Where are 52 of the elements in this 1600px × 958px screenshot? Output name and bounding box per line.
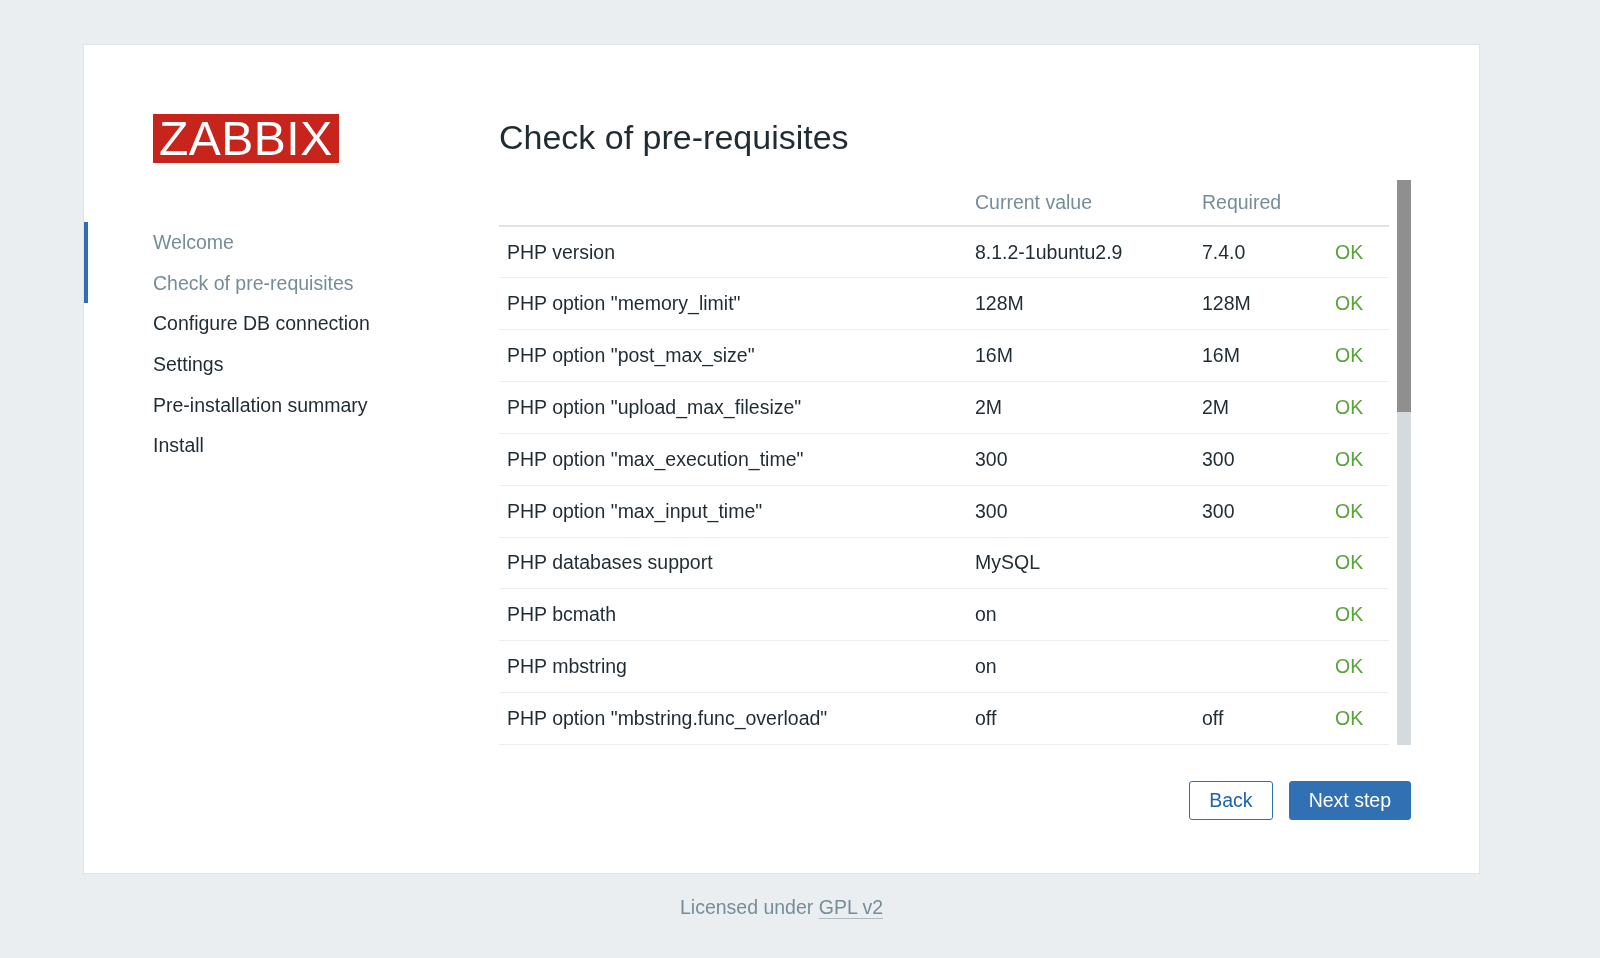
table-cell: PHP option "mbstring.func_overload" xyxy=(507,706,828,729)
sidebar-step: Settings xyxy=(84,344,497,385)
table-cell: PHP option "max_execution_time" xyxy=(507,447,804,470)
sidebar-step: Welcome xyxy=(84,222,497,263)
back-button[interactable]: Back xyxy=(1189,781,1273,820)
table-cell: 2M xyxy=(1202,395,1230,418)
table-cell: PHP option "post_max_size" xyxy=(507,344,755,366)
status-text: OK xyxy=(1335,240,1364,263)
table-cell: 300 xyxy=(975,499,1008,522)
table-cell: PHP bcmath xyxy=(507,603,617,626)
scrollbar[interactable] xyxy=(1397,180,1411,745)
table-cell: MySQL xyxy=(975,551,1040,574)
sidebar-step: Check of pre-requisites xyxy=(84,262,497,304)
column-header: Required xyxy=(1194,180,1327,226)
sidebar-step: Pre-installation summary xyxy=(84,384,497,426)
table-cell: PHP version xyxy=(507,240,616,263)
table-cell: PHP option "memory_limit" xyxy=(507,292,741,315)
table-cell: off xyxy=(975,706,997,729)
table-cell: 128M xyxy=(1202,292,1251,315)
status-text: OK xyxy=(1335,499,1364,522)
table-cell: on xyxy=(975,603,997,626)
table-cell: 300 xyxy=(975,447,1008,470)
table-cell: 300 xyxy=(1202,447,1235,470)
sidebar-step: Configure DB connection xyxy=(84,303,497,345)
table-cell: off xyxy=(1202,706,1224,729)
gpl-link[interactable]: GPL v2 xyxy=(818,896,884,919)
status-text: OK xyxy=(1335,395,1364,418)
table-cell: 2M xyxy=(975,395,1003,418)
table-cell: PHP option "upload_max_filesize" xyxy=(507,395,802,418)
status-text: OK xyxy=(1335,292,1364,315)
table-cell: 128M xyxy=(975,292,1024,315)
table-cell: PHP option "max_input_time" xyxy=(507,499,763,522)
table-cell: 7.4.0 xyxy=(1202,240,1246,263)
table-cell: 8.1.2-1ubuntu2.9 xyxy=(975,240,1123,263)
table-cell: on xyxy=(975,655,997,678)
sidebar-step: Install xyxy=(84,425,497,466)
table-cell: PHP mbstring xyxy=(507,655,627,678)
table-cell: 300 xyxy=(1202,499,1235,522)
status-text: OK xyxy=(1335,344,1364,366)
table-cell: 16M xyxy=(975,344,1013,366)
logo: ZABBIX xyxy=(153,114,339,163)
status-text: OK xyxy=(1335,655,1364,678)
status-text: OK xyxy=(1335,447,1364,470)
next-step-button[interactable]: Next step xyxy=(1288,781,1411,820)
status-text: OK xyxy=(1335,551,1364,574)
page-title: Check of pre-requisites xyxy=(499,117,850,158)
table-cell: PHP databases support xyxy=(507,551,713,574)
table-cell: 16M xyxy=(1202,344,1240,366)
status-text: OK xyxy=(1335,706,1364,729)
status-text: OK xyxy=(1335,603,1364,626)
column-header: Current value xyxy=(967,180,1194,226)
license-text: Licensed under GPL v2 xyxy=(679,896,884,918)
